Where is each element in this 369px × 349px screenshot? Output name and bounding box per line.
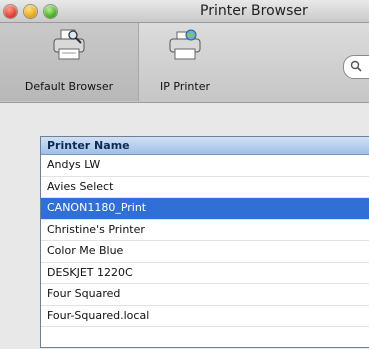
search-icon [350, 60, 362, 72]
ip-printer-label: IP Printer [160, 80, 210, 93]
title-bar[interactable]: Printer Browser [0, 0, 369, 23]
ip-printer-button[interactable]: IP Printer [142, 23, 228, 101]
default-browser-button[interactable]: Default Browser [0, 23, 139, 101]
minimize-button[interactable] [24, 5, 37, 18]
column-header-printer-name[interactable]: Printer Name [41, 137, 369, 155]
printer-row[interactable]: DESKJET 1220C [41, 263, 369, 284]
printer-row-empty[interactable] [41, 327, 369, 347]
printer-row-selected[interactable]: CANON1180_Print [41, 198, 369, 220]
search-field[interactable] [343, 55, 369, 79]
printer-row[interactable]: Four-Squared.local [41, 306, 369, 327]
window-title: Printer Browser [200, 3, 308, 19]
printer-browser-window: Printer Browser Default Browser IP Print… [0, 0, 369, 349]
printer-list[interactable]: Printer Name Andys LW Avies Select CANON… [40, 136, 369, 348]
default-browser-label: Default Browser [24, 80, 114, 93]
printer-row[interactable]: Avies Select [41, 177, 369, 198]
printer-search-icon [53, 29, 85, 60]
printer-row[interactable]: Christine's Printer [41, 220, 369, 241]
printer-row[interactable]: Color Me Blue [41, 241, 369, 263]
content-area: Printer Name Andys LW Avies Select CANON… [0, 103, 369, 349]
printer-row[interactable]: Andys LW [41, 155, 369, 177]
toolbar: Default Browser IP Printer [0, 23, 369, 103]
printer-globe-icon [169, 29, 201, 60]
printer-row[interactable]: Four Squared [41, 284, 369, 306]
close-button[interactable] [4, 5, 17, 18]
zoom-button[interactable] [44, 5, 57, 18]
